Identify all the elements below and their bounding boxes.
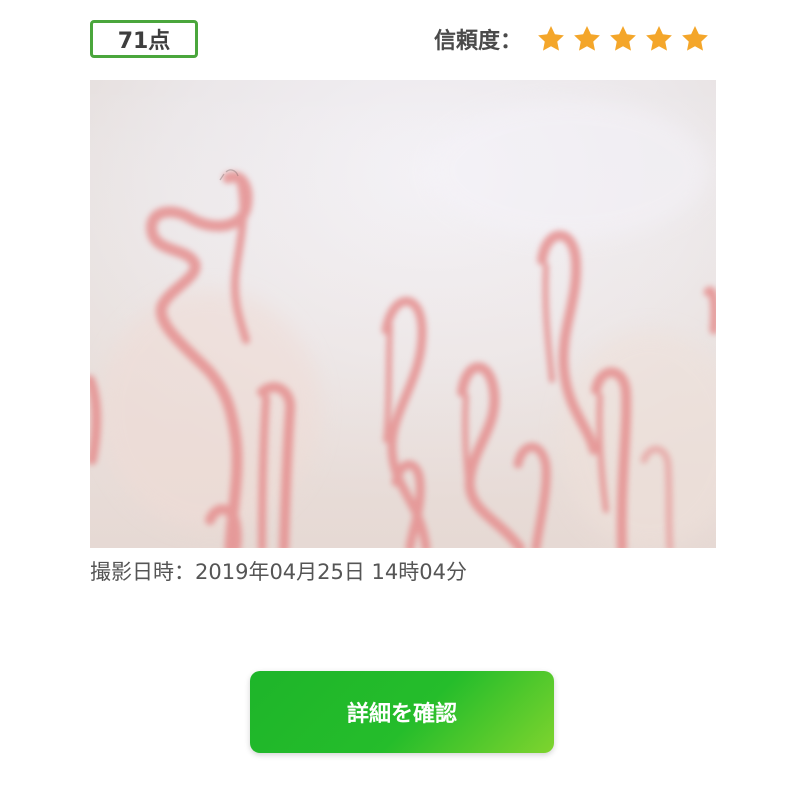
capillary-image [90, 80, 716, 548]
capture-datetime: 撮影日時：2019年04月25日 14時04分 [90, 560, 468, 584]
star-icon [574, 26, 600, 51]
score-value: 71点 [117, 29, 171, 54]
score-badge: 71点 [90, 20, 198, 58]
star-rating [530, 24, 710, 54]
reliability-rating: 信頼度： [434, 20, 710, 58]
star-icon [646, 26, 672, 51]
view-details-button[interactable]: 詳細を確認 [250, 671, 554, 753]
capillary-photo [90, 80, 716, 548]
star-icon [682, 26, 708, 51]
result-card: 71点 信頼度： 撮影日時：2019年04月25日 14時04分 詳細を確認 [0, 0, 806, 802]
reliability-label: 信頼度： [433, 29, 522, 54]
star-icon [538, 26, 564, 51]
star-icon [610, 26, 636, 51]
